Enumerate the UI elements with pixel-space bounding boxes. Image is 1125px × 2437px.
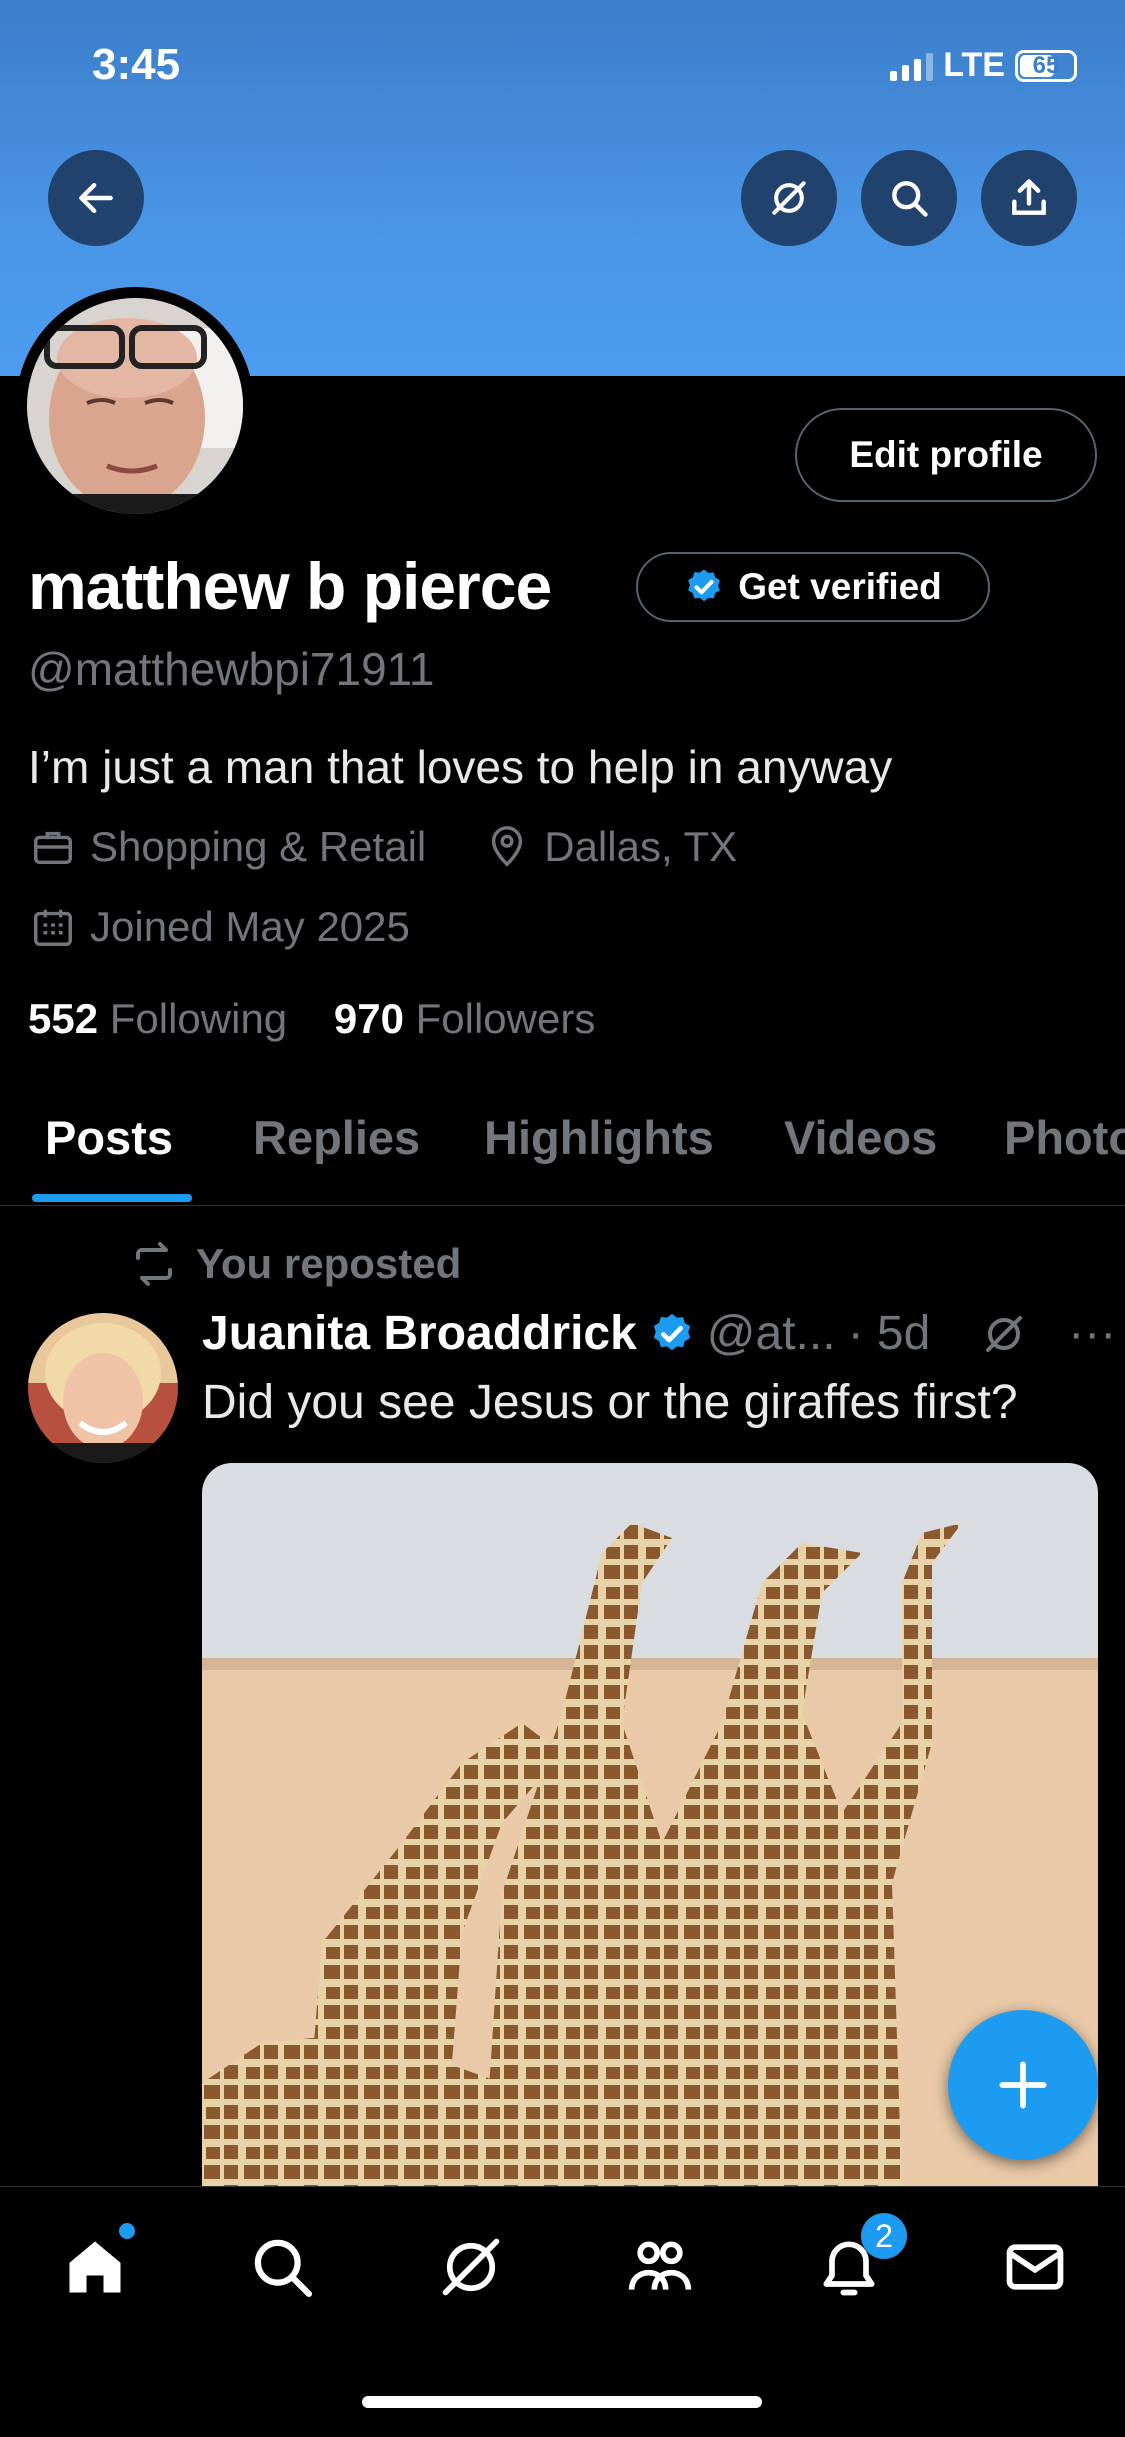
grok-icon[interactable] — [980, 1310, 1028, 1358]
network-label: LTE — [943, 46, 1005, 84]
repost-indicator: You reposted — [130, 1240, 461, 1288]
search-icon — [892, 181, 928, 217]
tab-replies[interactable]: Replies — [253, 1110, 420, 1165]
nav-home[interactable] — [55, 2223, 135, 2307]
search-button[interactable] — [861, 150, 957, 246]
get-verified-label: Get verified — [738, 566, 942, 607]
following-count: 552 — [28, 995, 99, 1042]
signal-icon — [890, 51, 934, 81]
tab-active-indicator — [32, 1194, 192, 1202]
following-link[interactable]: 552 Following — [28, 995, 287, 1042]
profile-name: matthew b pierce — [28, 549, 552, 623]
status-time: 3:45 — [92, 40, 181, 89]
tab-posts[interactable]: Posts — [45, 1110, 173, 1165]
nav-communities[interactable] — [620, 2227, 700, 2307]
post-more-button[interactable]: ··· — [1068, 1306, 1116, 1361]
briefcase-icon — [34, 831, 72, 865]
repost-icon — [136, 1242, 172, 1286]
battery-level: 65 — [1032, 51, 1060, 79]
profile-handle: @matthewbpi71911 — [28, 643, 435, 695]
profile-bio: I’m just a man that loves to help in any… — [28, 741, 893, 793]
nav-grok[interactable] — [431, 2227, 511, 2307]
verified-badge-icon — [688, 569, 721, 602]
communities-icon — [628, 2241, 692, 2290]
tab-videos[interactable]: Videos — [784, 1110, 937, 1165]
home-unread-dot — [119, 2223, 135, 2239]
get-verified-button[interactable]: Get verified — [636, 552, 990, 622]
location-icon — [492, 826, 523, 867]
profile-joined-row: Joined May 2025 — [30, 903, 410, 951]
post-author-avatar[interactable] — [28, 1313, 178, 1463]
profile-category[interactable]: Shopping & Retail — [90, 823, 426, 871]
post-text: Did you see Jesus or the giraffes first? — [202, 1376, 1018, 1429]
author-photo — [28, 1313, 178, 1463]
nav-notifications[interactable]: 2 — [809, 2213, 907, 2307]
tab-highlights[interactable]: Highlights — [484, 1110, 714, 1165]
share-icon — [1012, 179, 1046, 215]
follow-counts: 552 Following 970 Followers — [28, 995, 595, 1043]
grok-button[interactable] — [741, 150, 837, 246]
grok-icon — [442, 2238, 500, 2296]
following-label: Following — [109, 995, 288, 1042]
share-button[interactable] — [981, 150, 1077, 246]
profile-avatar[interactable] — [16, 287, 254, 525]
post-time: · 5d — [847, 1307, 931, 1360]
status-bar: 3:45 LTE 65 — [0, 0, 1125, 140]
plus-icon — [999, 2061, 1047, 2109]
followers-count: 970 — [333, 995, 404, 1042]
search-icon — [254, 2239, 313, 2298]
post-header: Juanita Broaddrick @at... · 5d ··· — [202, 1306, 1116, 1361]
nav-messages[interactable] — [995, 2227, 1075, 2307]
verified-badge-icon — [653, 1313, 691, 1350]
calendar-icon — [34, 909, 72, 946]
status-indicators: LTE 65 — [890, 46, 1077, 85]
repost-label: You reposted — [196, 1240, 462, 1287]
followers-label: Followers — [415, 995, 596, 1042]
compose-button[interactable] — [948, 2010, 1098, 2160]
grok-icon — [772, 181, 806, 215]
profile-tabs: Posts Replies Highlights Videos Photos — [0, 1080, 1125, 1206]
tab-photos[interactable]: Photos — [1004, 1110, 1125, 1165]
avatar-photo — [27, 298, 243, 514]
mail-icon — [1006, 2244, 1064, 2290]
profile-meta-row: Shopping & Retail Dallas, TX — [30, 823, 737, 871]
battery-icon: 65 — [1015, 49, 1077, 82]
edit-profile-button[interactable]: Edit profile — [795, 408, 1097, 502]
profile-joined: Joined May 2025 — [90, 903, 410, 950]
home-indicator — [362, 2396, 762, 2408]
post-author-name[interactable]: Juanita Broaddrick — [202, 1306, 637, 1361]
home-icon — [69, 2241, 121, 2293]
nav-search[interactable] — [242, 2227, 322, 2307]
followers-link[interactable]: 970 Followers — [334, 995, 595, 1042]
back-button[interactable] — [48, 150, 144, 246]
notifications-badge: 2 — [861, 2213, 907, 2259]
post-author-handle[interactable]: @at... — [707, 1306, 836, 1361]
profile-location: Dallas, TX — [544, 823, 738, 870]
arrow-left-icon — [79, 182, 113, 214]
